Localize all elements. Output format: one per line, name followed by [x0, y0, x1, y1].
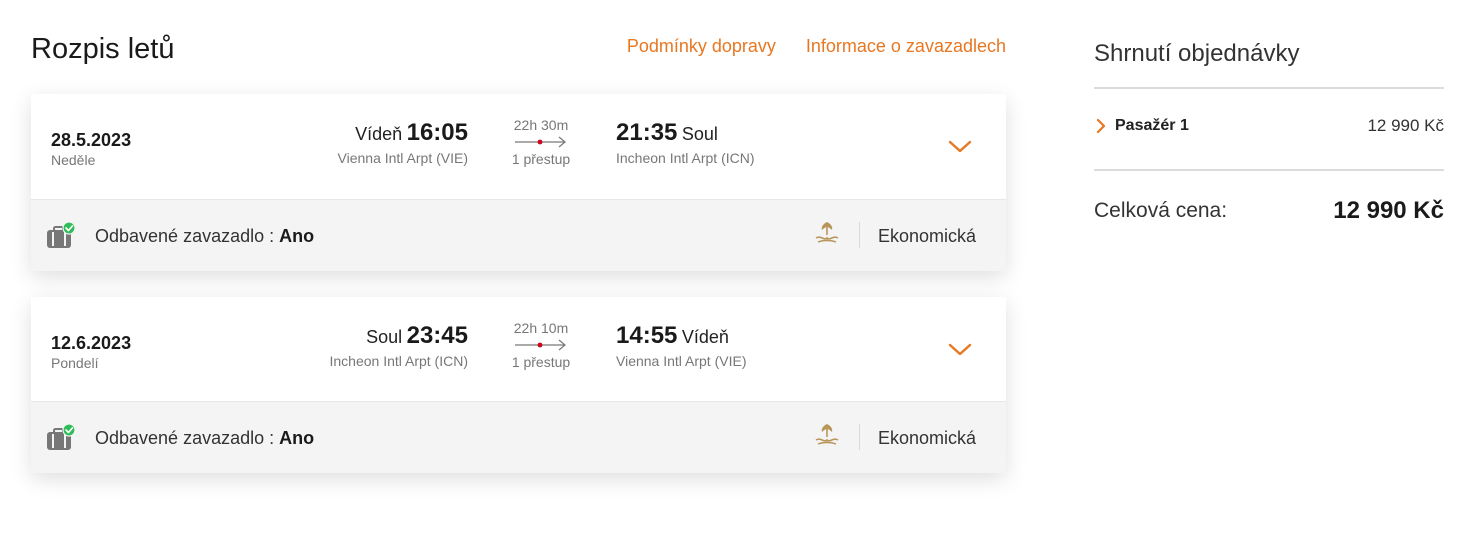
- total-label: Celková cena:: [1094, 199, 1228, 222]
- luggage-check-icon: [47, 424, 75, 450]
- flight-stops: 1 přestup: [511, 354, 571, 370]
- baggage-info-link[interactable]: Informace o zavazadlech: [806, 36, 1006, 57]
- baggage-info: Odbavené zavazadlo : Ano: [95, 226, 314, 247]
- chevron-down-icon[interactable]: [946, 136, 974, 156]
- cabin-class: Ekonomická: [878, 428, 977, 448]
- luggage-check-icon: [47, 222, 75, 248]
- arrival-city: Soul: [681, 124, 718, 144]
- passenger-label: Pasažér 1: [1115, 117, 1189, 134]
- summary-divider: [1094, 87, 1444, 89]
- chevron-down-icon[interactable]: [946, 339, 974, 359]
- baggage-label: Odbavené zavazadlo :: [95, 226, 275, 246]
- flight-card-header[interactable]: 28.5.2023 Neděle Vídeň 16:05 Vienna Intl…: [31, 94, 1006, 199]
- arrival-airport: Vienna Intl Arpt (VIE): [616, 353, 747, 369]
- summary-title: Shrnutí objednávky: [1094, 40, 1300, 67]
- footer-divider: [859, 222, 860, 248]
- total-price: 12 990 Kč: [1333, 197, 1444, 224]
- arrival-city: Vídeň: [681, 327, 729, 347]
- cabin-class: Ekonomická: [878, 226, 977, 246]
- flight-date-value: 12.6.2023: [51, 333, 132, 353]
- baggage-value: Ano: [279, 226, 315, 246]
- flight-stops: 1 přestup: [511, 151, 571, 167]
- chevron-right-icon[interactable]: [1096, 118, 1106, 134]
- flight-duration: 22h 30m: [513, 117, 569, 133]
- flight-card-outbound: 28.5.2023 Neděle Vídeň 16:05 Vienna Intl…: [31, 94, 1006, 271]
- flight-card-return: 12.6.2023 Pondelí Soul 23:45 Incheon Int…: [31, 297, 1006, 473]
- airline-logo-icon: [815, 222, 839, 243]
- route-arrow-icon: [515, 136, 566, 148]
- flight-weekday: Neděle: [51, 152, 96, 168]
- flight-date-value: 28.5.2023: [51, 130, 132, 150]
- footer-divider: [859, 424, 860, 450]
- passenger-row[interactable]: Pasažér 1 12 990 Kč: [1094, 116, 1444, 136]
- flight-card-footer: Odbavené zavazadlo : Ano Ekonomická: [31, 199, 1006, 271]
- airline-logo-icon: [815, 424, 839, 445]
- transport-conditions-link[interactable]: Podmínky dopravy: [627, 36, 776, 57]
- passenger-price: 12 990 Kč: [1367, 116, 1444, 135]
- flight-date: 28.5.2023 Neděle: [51, 130, 131, 168]
- departure-airport: Incheon Intl Arpt (ICN): [329, 353, 468, 369]
- departure-city: Soul: [366, 327, 403, 347]
- departure-time: 23:45: [406, 322, 468, 349]
- arrival-airport: Incheon Intl Arpt (ICN): [616, 150, 755, 166]
- departure-time: 16:05: [406, 119, 468, 146]
- header-links: Podmínky dopravy Informace o zavazadlech: [627, 36, 1006, 57]
- flight-duration-info: 22h 30m 1 přestup: [501, 117, 581, 167]
- baggage-label: Odbavené zavazadlo :: [95, 428, 275, 448]
- arrival-time: 21:35: [616, 119, 678, 146]
- summary-divider: [1094, 169, 1444, 171]
- flight-weekday: Pondelí: [51, 355, 99, 371]
- baggage-info: Odbavené zavazadlo : Ano: [95, 428, 314, 449]
- arrival-time: 14:55: [616, 322, 678, 349]
- baggage-value: Ano: [279, 428, 315, 448]
- flight-card-footer: Odbavené zavazadlo : Ano Ekonomická: [31, 401, 1006, 473]
- departure-airport: Vienna Intl Arpt (VIE): [337, 150, 468, 166]
- departure-info: Vídeň 16:05 Vienna Intl Arpt (VIE): [338, 119, 468, 166]
- flight-card-header[interactable]: 12.6.2023 Pondelí Soul 23:45 Incheon Int…: [31, 297, 1006, 402]
- arrival-info: 14:55 Vídeň Vienna Intl Arpt (VIE): [616, 322, 746, 369]
- flight-duration-info: 22h 10m 1 přestup: [501, 320, 581, 370]
- page-title: Rozpis letů: [31, 33, 175, 65]
- departure-city: Vídeň: [355, 124, 403, 144]
- arrival-info: 21:35 Soul Incheon Intl Arpt (ICN): [616, 119, 755, 166]
- departure-info: Soul 23:45 Incheon Intl Arpt (ICN): [329, 322, 468, 369]
- flight-date: 12.6.2023 Pondelí: [51, 333, 131, 371]
- route-arrow-icon: [515, 339, 566, 351]
- flight-duration: 22h 10m: [513, 320, 569, 336]
